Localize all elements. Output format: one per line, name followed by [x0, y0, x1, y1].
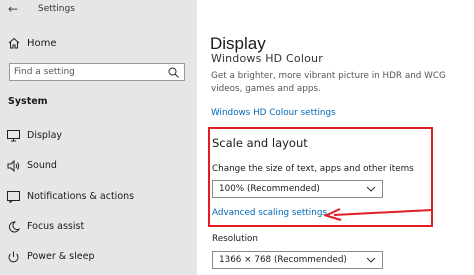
sidebar-section-label: System [8, 96, 48, 107]
sidebar-item-label: Power & sleep [27, 251, 95, 262]
resolution-label: Resolution [212, 234, 258, 244]
hd-colour-heading: Windows HD Colour [211, 52, 323, 65]
hd-colour-description: Get a brighter, more vibrant picture in … [211, 71, 446, 94]
main-panel: Display Windows HD Colour Get a brighter… [197, 0, 474, 275]
search-input[interactable] [14, 65, 164, 79]
power-icon [8, 251, 19, 263]
monitor-icon [7, 130, 20, 142]
settings-window: ← Settings Home System Display [0, 0, 474, 275]
sidebar: ← Settings Home System Display [0, 0, 197, 275]
hd-colour-settings-link[interactable]: Windows HD Colour settings [211, 107, 336, 119]
sidebar-item-label: Display [27, 130, 63, 141]
moon-icon [8, 221, 20, 233]
sidebar-item-label: Home [27, 38, 57, 49]
speaker-icon [7, 160, 20, 172]
scale-layout-heading: Scale and layout [212, 136, 308, 150]
chevron-down-icon [366, 257, 376, 263]
scale-description: Change the size of text, apps and other … [212, 164, 414, 174]
sidebar-item-power-sleep[interactable]: Power & sleep [0, 247, 197, 267]
notifications-icon [7, 191, 20, 203]
scale-dropdown[interactable]: 100% (Recommended) [212, 180, 383, 198]
back-arrow-icon[interactable]: ← [8, 2, 24, 16]
sidebar-item-label: Sound [27, 160, 57, 171]
home-icon [8, 37, 20, 49]
sidebar-item-label: Focus assist [27, 221, 85, 232]
search-icon[interactable] [168, 67, 179, 78]
sidebar-item-sound[interactable]: Sound [0, 156, 197, 176]
chevron-down-icon [366, 186, 376, 192]
search-box[interactable] [9, 63, 185, 81]
sidebar-item-display[interactable]: Display [0, 126, 197, 146]
resolution-dropdown-value: 1366 × 768 (Recommended) [219, 255, 347, 265]
window-title: Settings [38, 4, 75, 14]
sidebar-item-notifications[interactable]: Notifications & actions [0, 187, 197, 207]
red-arrow-annotation [324, 208, 433, 221]
resolution-dropdown[interactable]: 1366 × 768 (Recommended) [212, 251, 383, 269]
sidebar-item-home[interactable]: Home [0, 34, 197, 54]
scale-dropdown-value: 100% (Recommended) [219, 184, 320, 194]
advanced-scaling-settings-link[interactable]: Advanced scaling settings [212, 207, 327, 219]
sidebar-item-label: Notifications & actions [27, 191, 135, 202]
sidebar-item-focus-assist[interactable]: Focus assist [0, 217, 197, 237]
